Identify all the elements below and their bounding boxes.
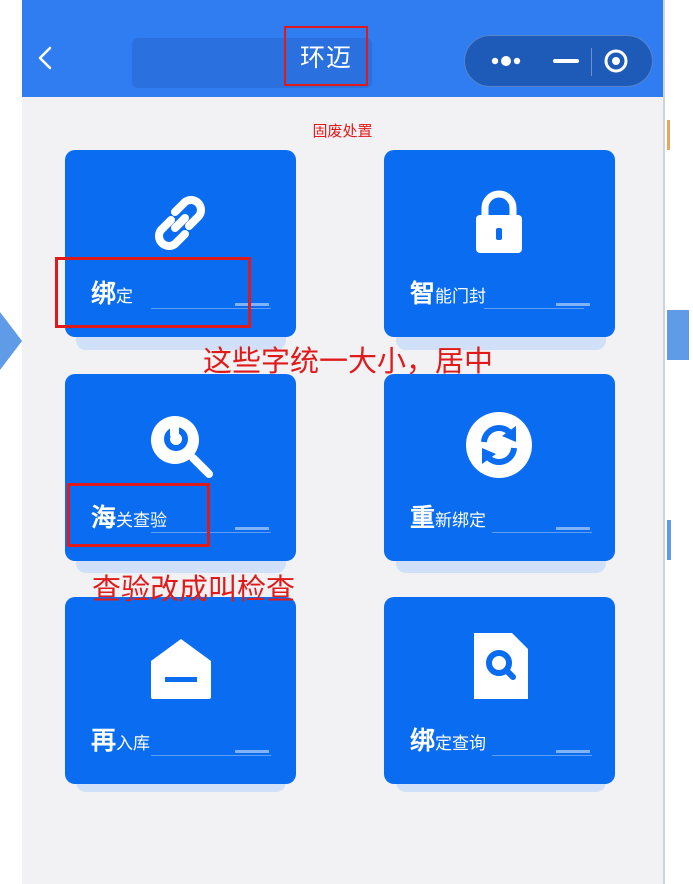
capsule-divider bbox=[591, 48, 592, 76]
close-target-icon[interactable] bbox=[600, 46, 632, 76]
tile-dash bbox=[556, 750, 590, 753]
tile-label-rest: 入库 bbox=[116, 734, 151, 754]
tile-label: 智能门封 bbox=[410, 274, 486, 310]
tile-underline bbox=[492, 532, 592, 533]
tile-label: 重新绑定 bbox=[410, 498, 486, 534]
tile-rebind[interactable]: 重新绑定 bbox=[384, 374, 615, 561]
annotation-box-inspection-label bbox=[67, 483, 210, 547]
refresh-icon bbox=[466, 412, 532, 478]
tile-underline bbox=[492, 755, 592, 756]
right-edge-strip bbox=[663, 0, 693, 884]
tile-smart-seal[interactable]: 智能门封 bbox=[384, 150, 615, 337]
tile-label-lead: 智 bbox=[410, 279, 436, 308]
tile-dash bbox=[235, 527, 269, 530]
tile-dash bbox=[235, 750, 269, 753]
tile-bind-query[interactable]: 绑定查询 bbox=[384, 597, 615, 784]
search-document-icon bbox=[474, 633, 528, 699]
mini-program-capsule bbox=[464, 35, 653, 87]
back-chevron-icon[interactable] bbox=[34, 44, 58, 72]
lock-icon bbox=[476, 190, 522, 253]
tile-underline bbox=[484, 308, 584, 309]
tile-label: 再入库 bbox=[91, 721, 150, 757]
link-icon bbox=[155, 196, 205, 250]
warehouse-icon bbox=[151, 639, 211, 699]
tile-dash bbox=[556, 303, 590, 306]
tile-label-rest: 能门封 bbox=[435, 287, 487, 307]
tile-dash bbox=[556, 527, 590, 530]
tile-label-rest: 新绑定 bbox=[435, 511, 487, 531]
more-dots-icon[interactable] bbox=[484, 48, 528, 74]
tile-label-lead: 再 bbox=[91, 726, 117, 755]
navigation-bar: 环迈 bbox=[22, 0, 663, 97]
annotation-box-bind-label bbox=[55, 257, 251, 328]
annotation-note-rename: 查验改成叫检查 bbox=[92, 572, 296, 606]
tile-label-rest: 定查询 bbox=[435, 734, 487, 754]
tile-label-lead: 重 bbox=[410, 503, 436, 532]
page-title: 环迈 bbox=[299, 43, 352, 72]
left-edge-arrow-icon bbox=[0, 312, 22, 370]
search-icon bbox=[151, 416, 213, 478]
phone-screen: 环迈 固废处置 绑定 智能门封 海关查验 重新绑定 再入库 绑定查询 这些字统一… bbox=[22, 0, 663, 884]
title-highlight-box: 环迈 bbox=[284, 26, 368, 86]
tile-label: 绑定查询 bbox=[410, 721, 486, 757]
tile-underline bbox=[151, 755, 271, 756]
tile-restock[interactable]: 再入库 bbox=[65, 597, 296, 784]
annotation-note-size: 这些字统一大小，居中 bbox=[203, 344, 494, 378]
tile-label-lead: 绑 bbox=[410, 726, 436, 755]
page-subtitle: 固废处置 bbox=[312, 122, 373, 140]
minimize-icon[interactable] bbox=[549, 48, 583, 74]
